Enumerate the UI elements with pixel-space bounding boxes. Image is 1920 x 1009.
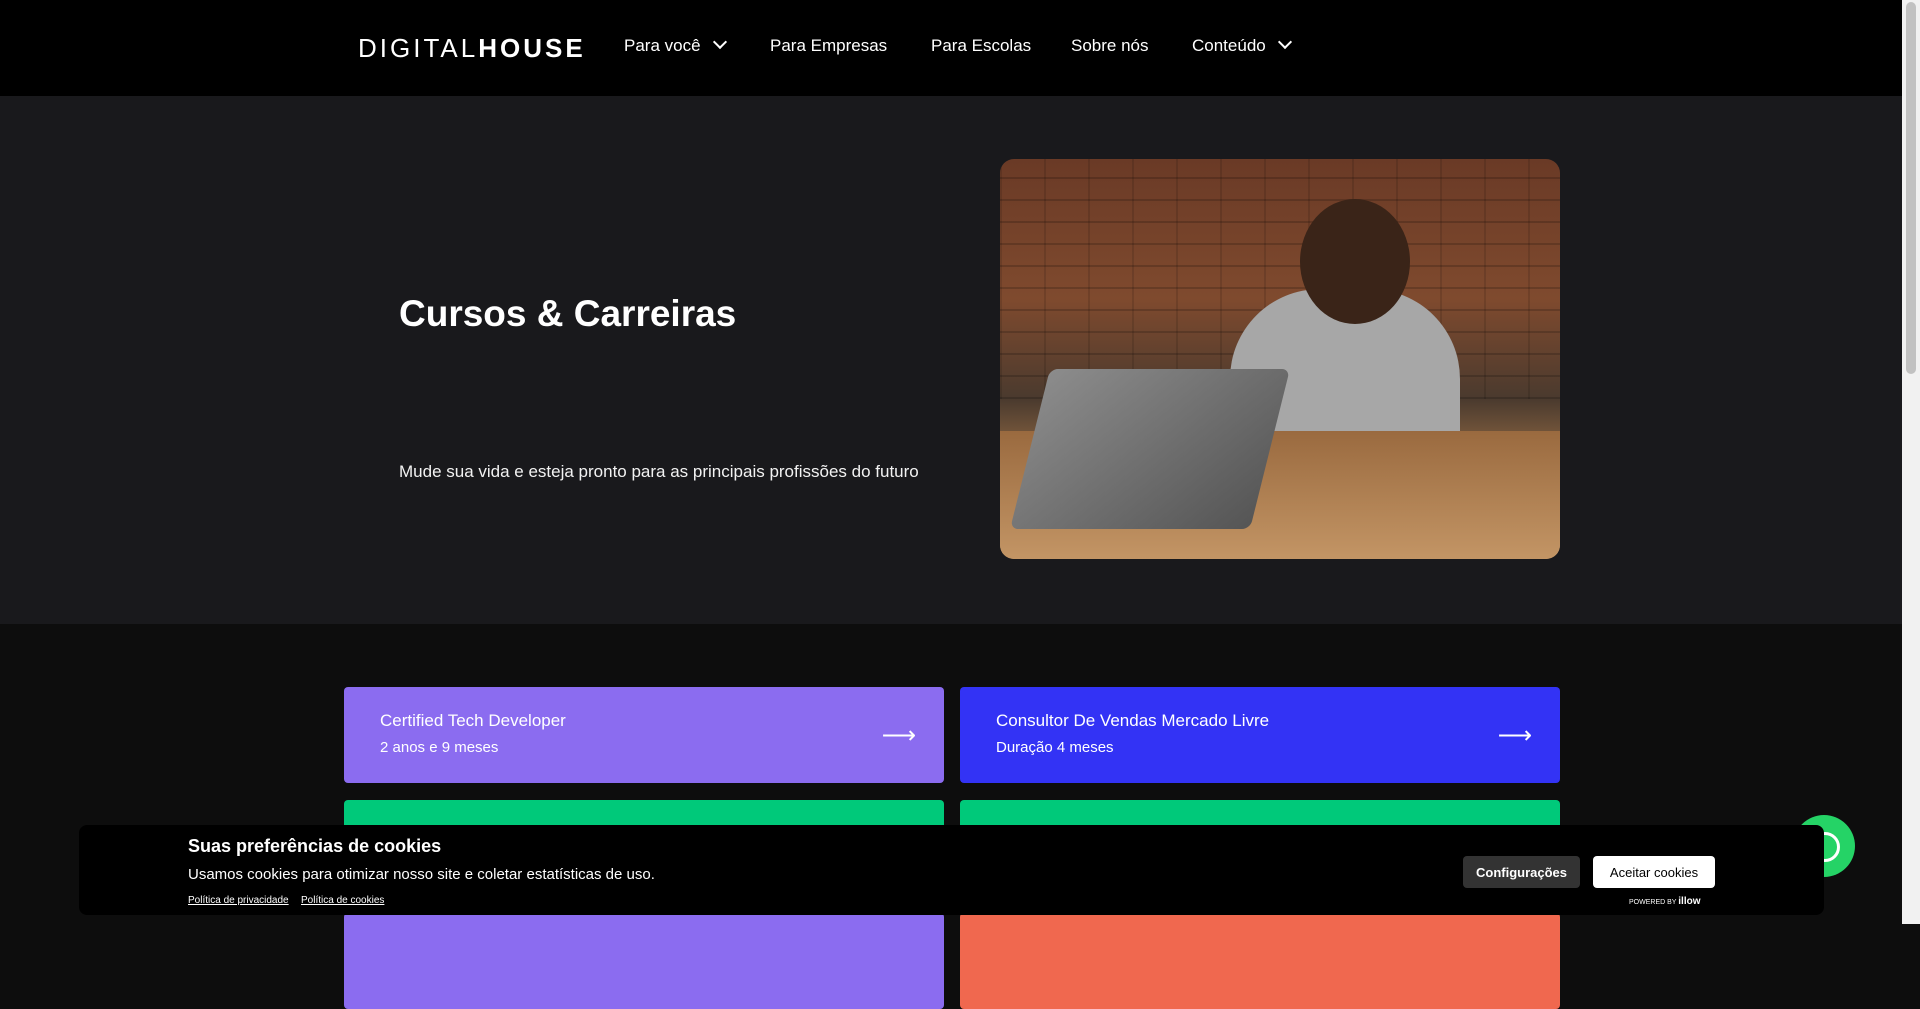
hero-image [1000,159,1560,559]
course-card-certified-tech-developer[interactable]: Certified Tech Developer 2 anos e 9 mese… [344,687,944,783]
nav-item-para-escolas[interactable]: Para Escolas [931,36,1031,56]
nav-item-label: Para Empresas [770,36,888,55]
course-duration: 2 anos e 9 meses [380,739,499,756]
chevron-down-icon [1277,34,1292,50]
digitalhouse-logo[interactable]: DIGITALHOUSE [358,33,586,64]
hero-title: Cursos & Carreiras [399,293,737,334]
course-title: Consultor De Vendas Mercado Livre [996,711,1270,730]
cookie-banner: Suas preferências de cookies Usamos cook… [79,825,1824,915]
cookie-policy-link[interactable]: Política de cookies [301,895,384,906]
course-title: Certified Tech Developer [380,711,566,730]
logo-text-bold: HOUSE [478,33,586,63]
cookie-settings-button[interactable]: Configurações [1463,856,1580,888]
top-navbar: DIGITALHOUSE Para você Para Empresas Par… [0,0,1902,96]
chevron-down-icon [712,34,727,50]
nav-item-label: Sobre nós [1071,36,1149,55]
arrow-right-icon: ⟶ [1497,722,1532,749]
nav-item-label: Conteúdo [1192,36,1266,55]
cookie-text: Usamos cookies para otimizar nosso site … [188,866,655,883]
powered-by-illow: POWERED BY illow [1629,896,1701,907]
nav-item-conteudo[interactable]: Conteúdo [1192,34,1292,56]
person-head [1300,199,1410,324]
course-duration: Duração 4 meses [996,739,1114,756]
arrow-right-icon: ⟶ [881,722,916,749]
course-card[interactable] [960,913,1560,1009]
hero-section: Cursos & Carreiras Mude sua vida e estej… [0,96,1902,624]
logo-text-light: DIGITAL [358,33,479,63]
hero-subtitle: Mude sua vida e esteja pronto para as pr… [399,462,919,481]
nav-item-label: Para você [624,36,701,55]
nav-item-label: Para Escolas [931,36,1032,55]
illow-brand: illow [1678,896,1701,907]
accept-cookies-button[interactable]: Aceitar cookies [1593,856,1715,888]
course-card[interactable] [344,913,944,1009]
nav-item-para-empresas[interactable]: Para Empresas [770,36,887,56]
nav-item-sobre-nos[interactable]: Sobre nós [1071,36,1149,56]
scrollbar-thumb[interactable] [1906,2,1916,374]
course-card-consultor-vendas[interactable]: Consultor De Vendas Mercado Livre Duraçã… [960,687,1560,783]
powered-by-label: POWERED BY [1629,899,1677,906]
laptop [1010,369,1290,529]
cookie-title: Suas preferências de cookies [188,836,442,856]
nav-item-para-voce[interactable]: Para você [624,34,727,56]
privacy-policy-link[interactable]: Política de privacidade [188,895,289,906]
